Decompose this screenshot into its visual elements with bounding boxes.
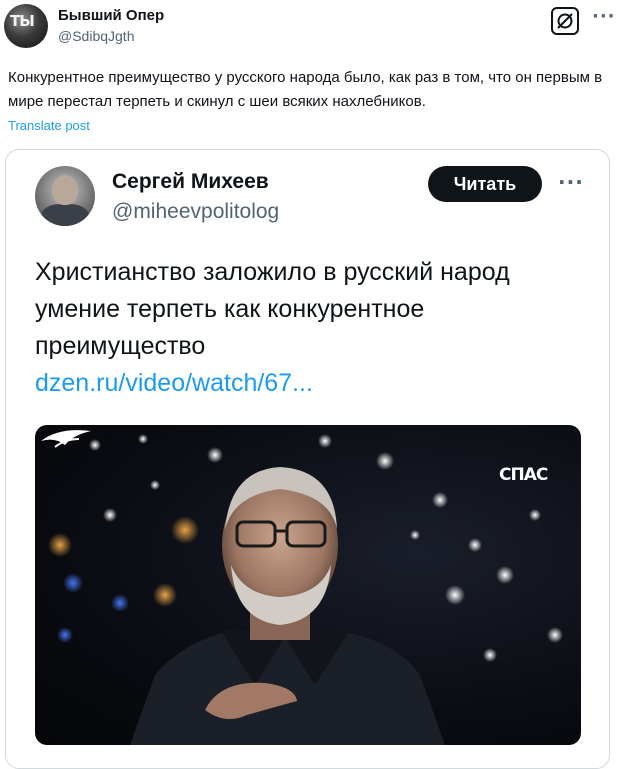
author-display-name[interactable]: Бывший Опер <box>58 7 164 24</box>
quoted-more-options-icon[interactable]: ··· <box>558 170 584 194</box>
post-header: ТЫ Бывший Опер @SdibqJgth ··· <box>0 0 620 60</box>
post-text: Конкурентное преимущество у русского нар… <box>8 69 603 110</box>
grok-icon[interactable] <box>551 7 579 35</box>
video-thumbnail[interactable]: СПАС <box>35 425 581 745</box>
quoted-post-card[interactable]: Сергей Михеев @miheevpolitolog Читать ··… <box>5 149 610 769</box>
translate-post-link[interactable]: Translate post <box>8 118 90 133</box>
avatar-glyph: ТЫ <box>10 12 35 30</box>
quoted-author-name[interactable]: Сергей Михеев <box>112 170 269 194</box>
follow-button[interactable]: Читать <box>428 166 542 202</box>
author-handle[interactable]: @SdibqJgth <box>58 28 134 44</box>
more-options-icon[interactable]: ··· <box>592 6 616 27</box>
quoted-author-handle[interactable]: @miheevpolitolog <box>112 200 279 224</box>
channel-logo-icon <box>41 430 91 448</box>
quoted-post-link[interactable]: dzen.ru/video/watch/67... <box>35 369 313 398</box>
quoted-author-avatar[interactable] <box>35 166 95 226</box>
quoted-post-text: Христианство заложило в русский народ ум… <box>35 258 510 360</box>
channel-logo-text: СПАС <box>499 465 548 485</box>
author-avatar[interactable]: ТЫ <box>4 4 48 48</box>
